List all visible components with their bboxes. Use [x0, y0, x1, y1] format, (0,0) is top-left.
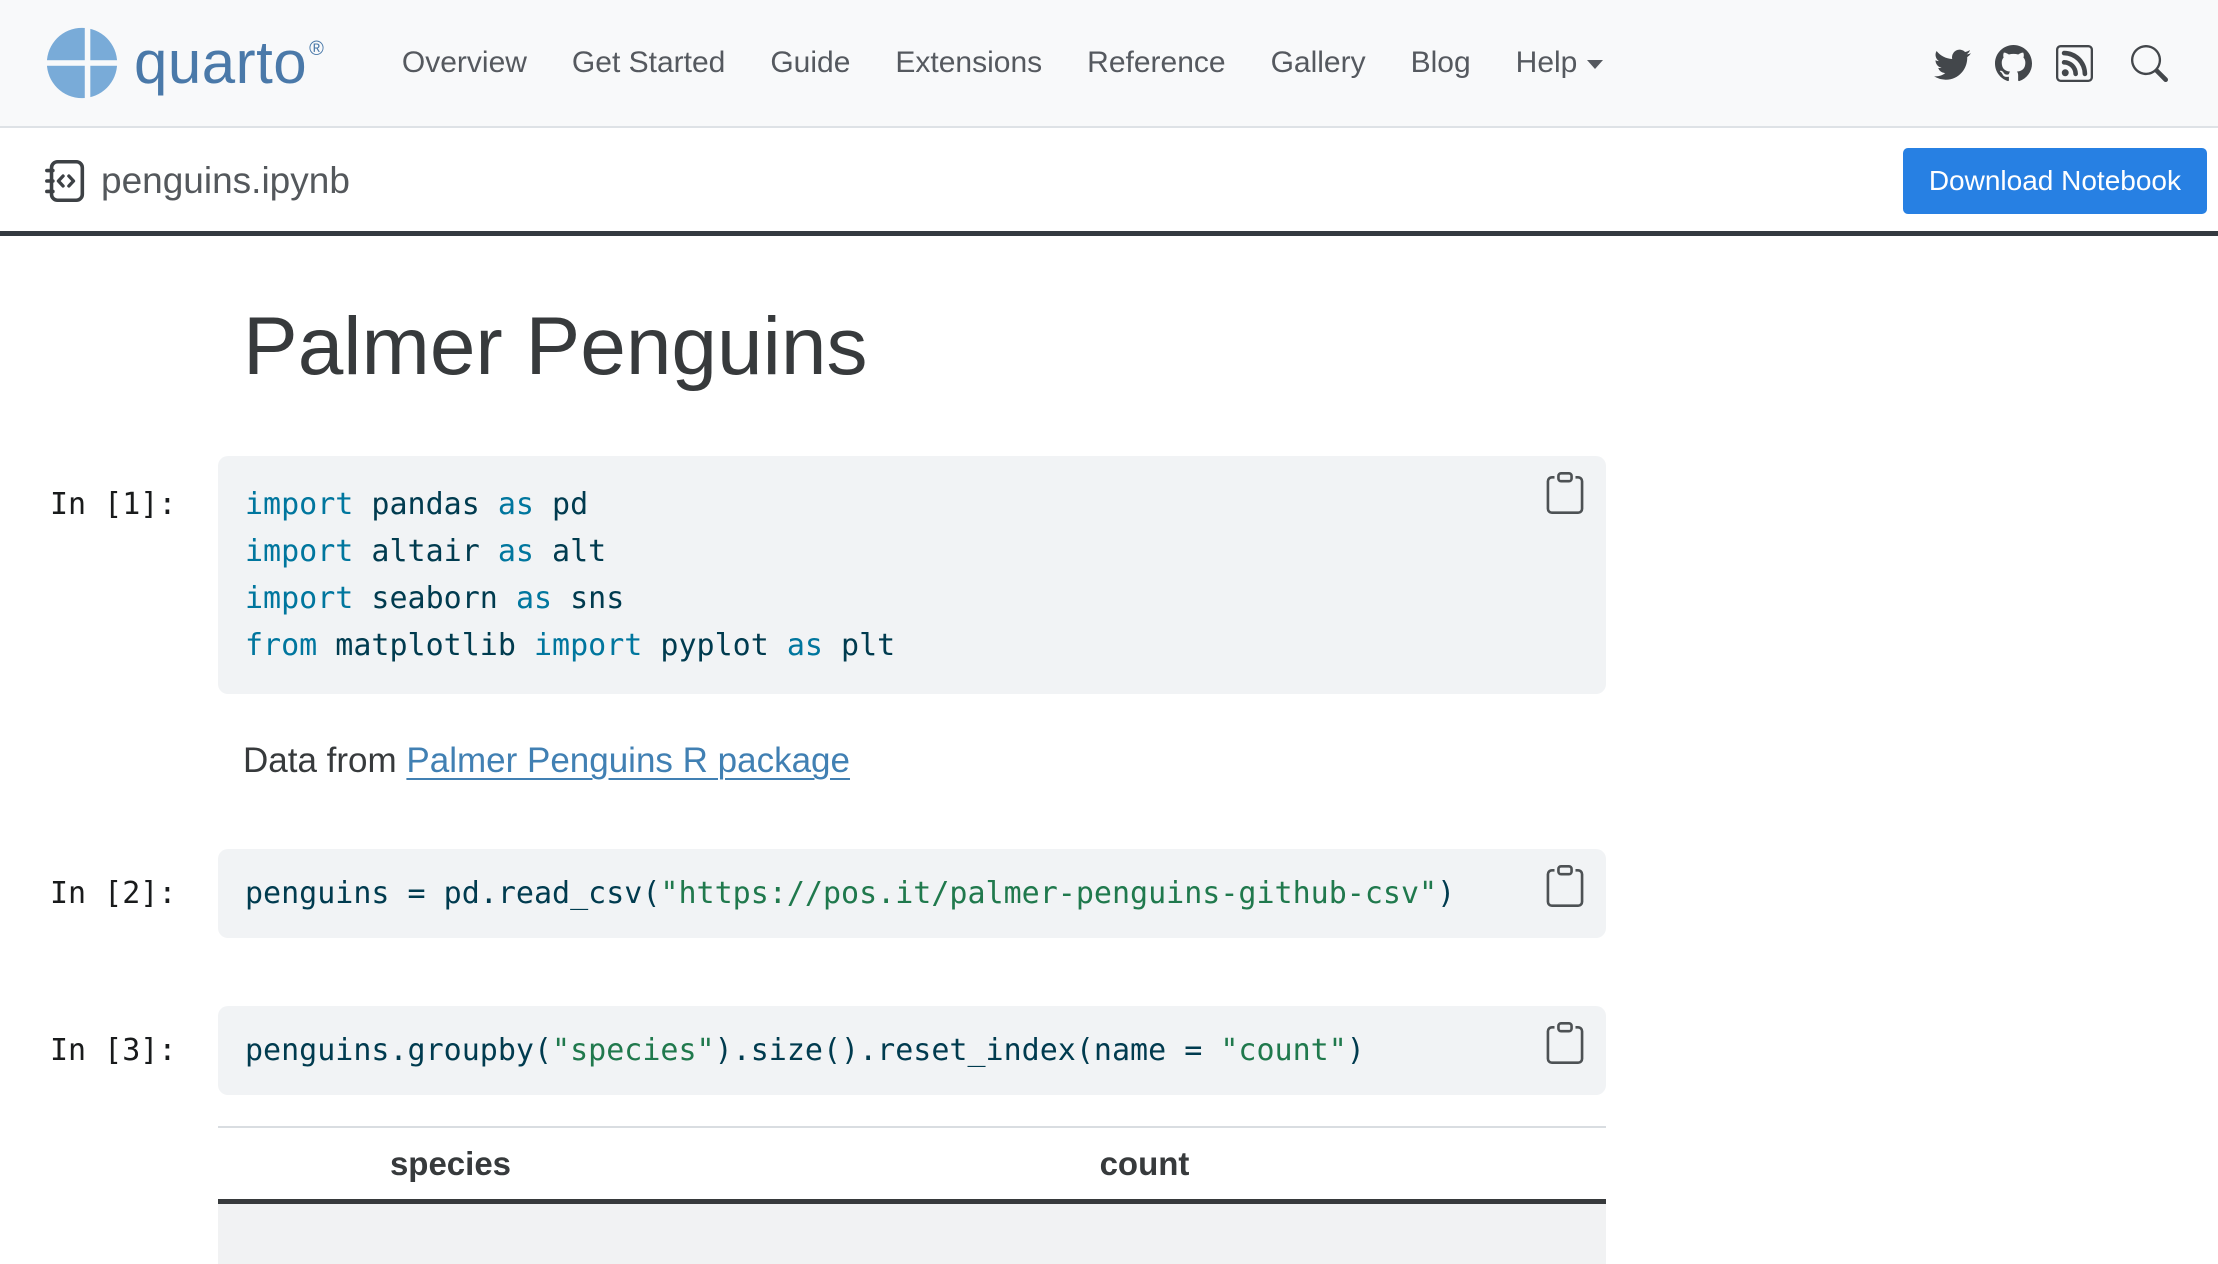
clipboard-icon — [1544, 865, 1586, 907]
clipboard-icon — [1544, 472, 1586, 514]
page-title: Palmer Penguins — [243, 306, 867, 388]
search-icon[interactable] — [2131, 45, 2168, 82]
navbar-icons — [1934, 45, 2168, 82]
chevron-down-icon — [1587, 60, 1603, 69]
nav-item-guide[interactable]: Guide — [770, 46, 850, 80]
registered-mark: ® — [309, 38, 324, 60]
species-count-table: species count — [218, 1126, 1606, 1264]
notebook-filename-label: penguins.ipynb — [101, 160, 350, 202]
github-icon[interactable] — [1995, 45, 2032, 82]
copy-to-clipboard-button[interactable] — [1544, 472, 1586, 514]
top-navbar: quarto® Overview Get Started Guide Exten… — [0, 0, 2218, 128]
journal-code-icon — [43, 159, 87, 203]
copy-to-clipboard-button[interactable] — [1544, 865, 1586, 907]
brand-wordmark: quarto® — [134, 26, 324, 100]
quarto-brand-link[interactable]: quarto® — [45, 26, 324, 100]
code-cell-groupby: penguins.groupby("species").size().reset… — [218, 1006, 1606, 1095]
rss-icon[interactable] — [2056, 45, 2093, 82]
palmer-penguins-link[interactable]: Palmer Penguins R package — [406, 741, 850, 780]
nav-item-reference[interactable]: Reference — [1087, 46, 1225, 80]
nav-item-overview[interactable]: Overview — [402, 46, 527, 80]
nav-item-get-started[interactable]: Get Started — [572, 46, 725, 80]
nav-item-extensions[interactable]: Extensions — [895, 46, 1042, 80]
main-nav: Overview Get Started Guide Extensions Re… — [402, 46, 1603, 80]
code-cell-imports: import pandas as pdimport altair as alti… — [218, 456, 1606, 694]
code-cell-read-csv: penguins = pd.read_csv("https://pos.it/p… — [218, 849, 1606, 938]
code-block: import pandas as pdimport altair as alti… — [245, 481, 1579, 669]
code-block: penguins.groupby("species").size().reset… — [245, 1027, 1579, 1074]
nav-item-gallery[interactable]: Gallery — [1271, 46, 1366, 80]
notebook-filename: penguins.ipynb — [43, 159, 350, 203]
table-header-species: species — [218, 1128, 683, 1199]
cell-execution-label: In [3]: — [50, 1027, 176, 1074]
notebook-toolbar: penguins.ipynb Download Notebook — [0, 130, 2218, 236]
table-row — [218, 1204, 1606, 1264]
nav-item-blog[interactable]: Blog — [1411, 46, 1471, 80]
download-notebook-button[interactable]: Download Notebook — [1903, 148, 2207, 214]
cell-execution-label: In [1]: — [50, 481, 176, 528]
quarto-logo-icon — [45, 26, 119, 100]
twitter-icon[interactable] — [1934, 45, 1971, 82]
copy-to-clipboard-button[interactable] — [1544, 1022, 1586, 1064]
cell-execution-label: In [2]: — [50, 870, 176, 917]
data-source-paragraph: Data from Palmer Penguins R package — [243, 740, 850, 782]
code-block: penguins = pd.read_csv("https://pos.it/p… — [245, 870, 1579, 917]
clipboard-icon — [1544, 1022, 1586, 1064]
table-header-count: count — [683, 1128, 1606, 1199]
nav-item-help[interactable]: Help — [1516, 46, 1604, 80]
table-header-row: species count — [218, 1126, 1606, 1204]
